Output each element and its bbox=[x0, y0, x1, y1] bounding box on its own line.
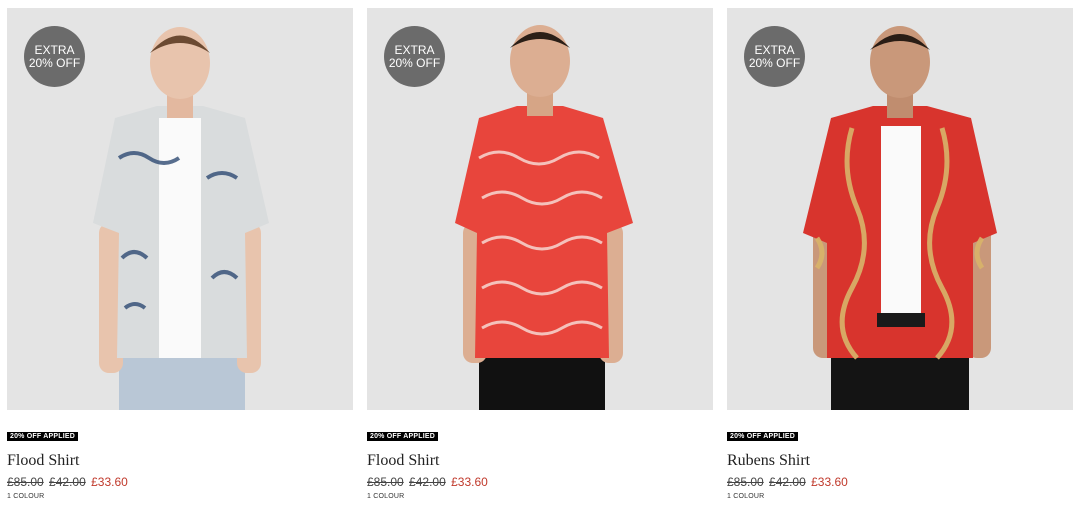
badge-line-1: EXTRA bbox=[34, 42, 75, 57]
price-previous: £42.00 bbox=[409, 475, 446, 489]
product-image[interactable]: EXTRA 20% OFF bbox=[727, 8, 1073, 410]
product-name[interactable]: Rubens Shirt bbox=[727, 452, 810, 470]
colour-count: 1 COLOUR bbox=[367, 493, 405, 500]
extra-discount-badge: EXTRA 20% OFF bbox=[384, 26, 445, 87]
extra-discount-badge: EXTRA 20% OFF bbox=[744, 26, 805, 87]
product-name[interactable]: Flood Shirt bbox=[367, 452, 439, 470]
colour-count: 1 COLOUR bbox=[727, 493, 765, 500]
colour-count: 1 COLOUR bbox=[7, 493, 45, 500]
badge-line-2: 20% OFF bbox=[28, 55, 81, 70]
badge-line-2: 20% OFF bbox=[748, 55, 801, 70]
price-original: £85.00 bbox=[7, 475, 44, 489]
price-previous: £42.00 bbox=[769, 475, 806, 489]
badge-line-1: EXTRA bbox=[394, 42, 435, 57]
product-name[interactable]: Flood Shirt bbox=[7, 452, 79, 470]
badge-line-2: 20% OFF bbox=[388, 55, 441, 70]
price-block: £85.00 £42.00 £33.60 bbox=[7, 475, 128, 489]
discount-applied-tag: 20% OFF APPLIED bbox=[7, 432, 78, 441]
price-block: £85.00 £42.00 £33.60 bbox=[727, 475, 848, 489]
price-previous: £42.00 bbox=[49, 475, 86, 489]
product-card[interactable]: EXTRA 20% OFF 20% OFF APPLIED Flood Shir… bbox=[367, 8, 713, 500]
product-card[interactable]: EXTRA 20% OFF 20% OFF APPLIED Rubens Shi… bbox=[727, 8, 1073, 500]
price-current: £33.60 bbox=[811, 475, 848, 489]
shirt bbox=[455, 106, 633, 358]
product-card[interactable]: EXTRA 20% OFF 20% OFF APPLIED Flood Shir… bbox=[7, 8, 353, 500]
product-image[interactable]: EXTRA 20% OFF bbox=[367, 8, 713, 410]
price-block: £85.00 £42.00 £33.60 bbox=[367, 475, 488, 489]
discount-applied-tag: 20% OFF APPLIED bbox=[367, 432, 438, 441]
discount-applied-tag: 20% OFF APPLIED bbox=[727, 432, 798, 441]
extra-discount-badge: EXTRA 20% OFF bbox=[24, 26, 85, 87]
price-current: £33.60 bbox=[451, 475, 488, 489]
price-original: £85.00 bbox=[367, 475, 404, 489]
price-current: £33.60 bbox=[91, 475, 128, 489]
badge-line-1: EXTRA bbox=[754, 42, 795, 57]
product-image[interactable]: EXTRA 20% OFF bbox=[7, 8, 353, 410]
price-original: £85.00 bbox=[727, 475, 764, 489]
